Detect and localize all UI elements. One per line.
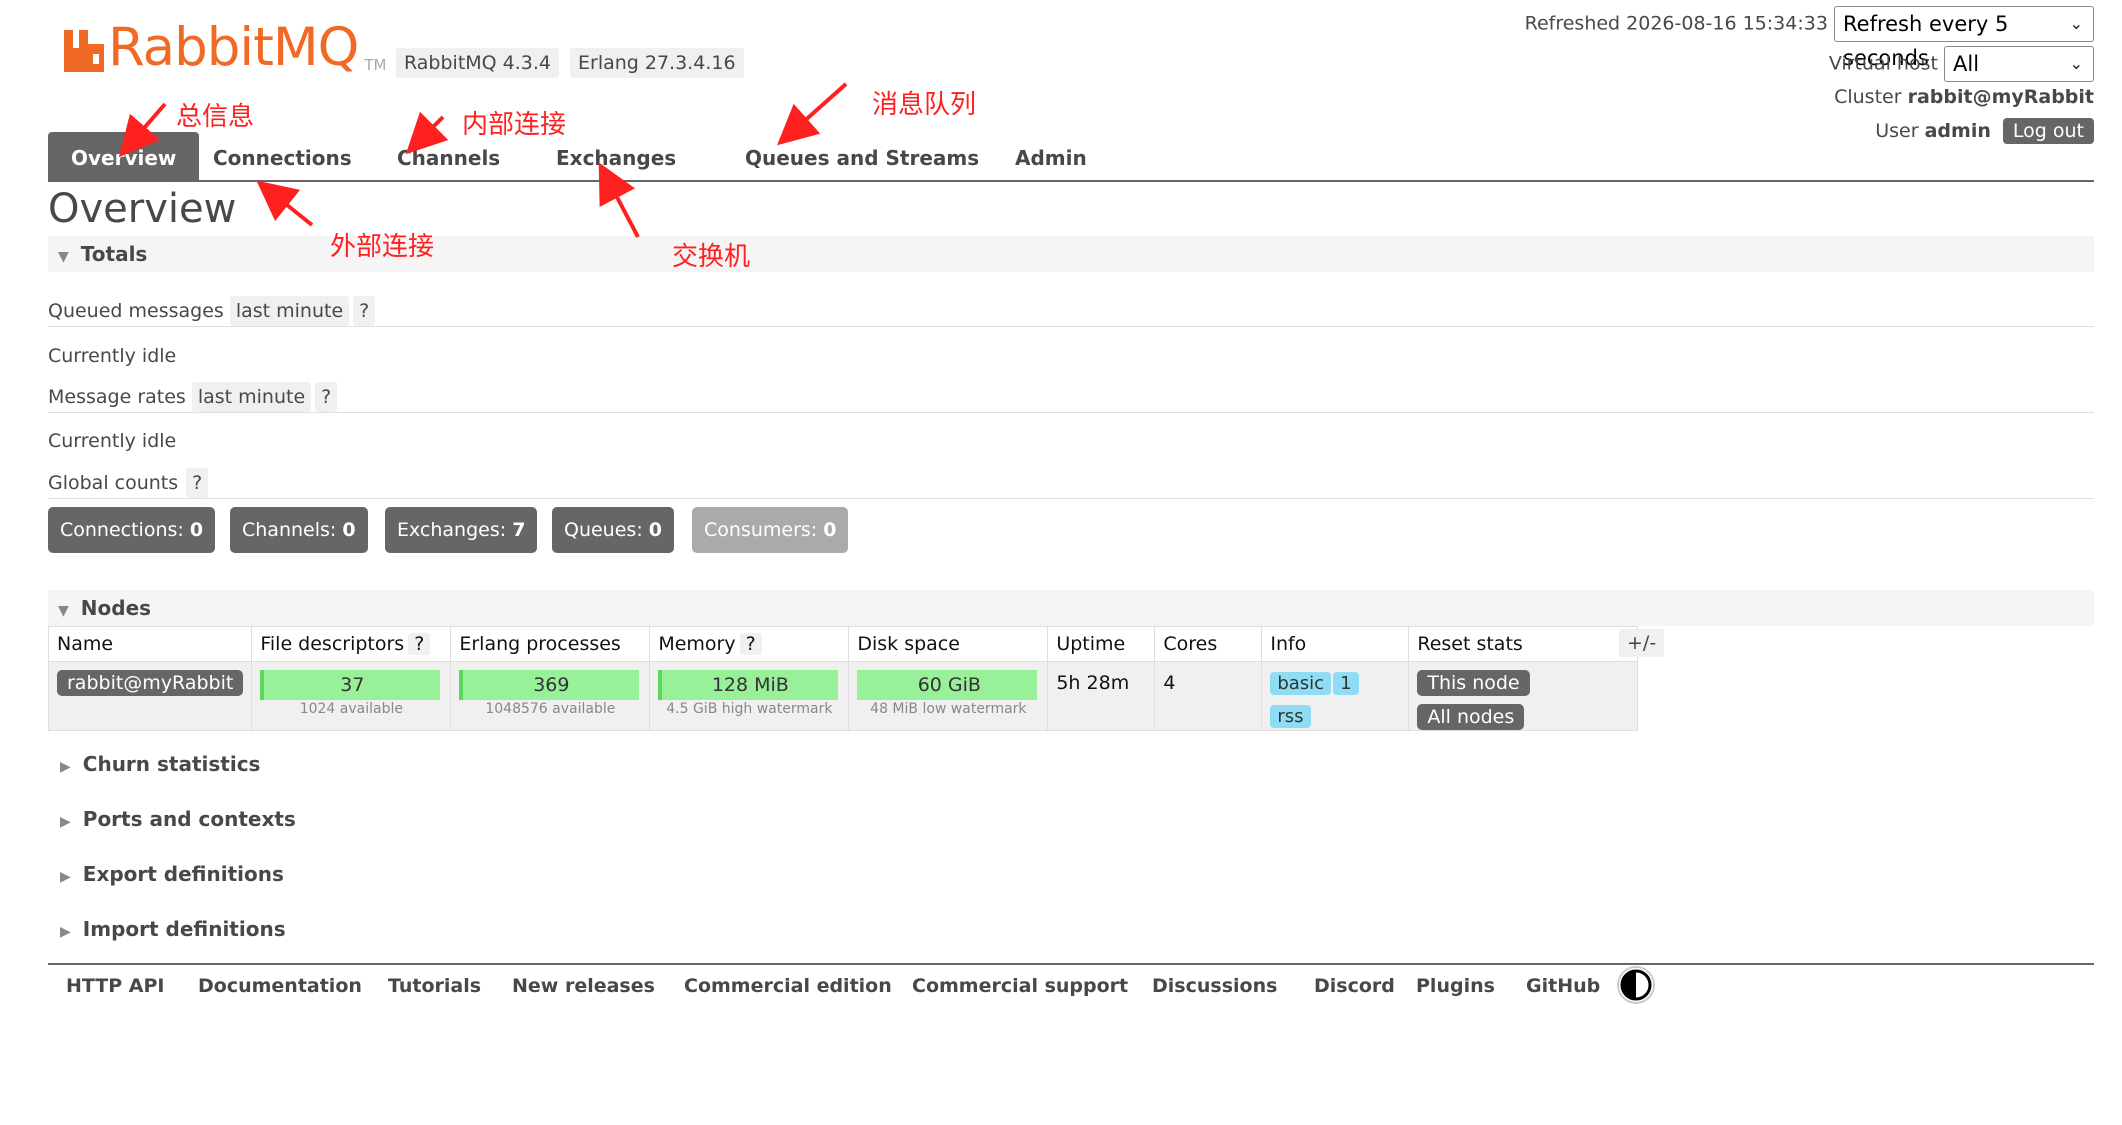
annotation-channels: 内部连接 [462,110,567,140]
annotation-exchanges: 交换机 [672,242,751,272]
annotation-arrow-queues [777,82,848,146]
annotation-overview: 总信息 [176,102,255,132]
annotation-arrow-connections [256,180,314,227]
annotation-arrow-overview [118,102,167,158]
annotation-arrow-exchanges [598,162,640,238]
annotation-arrow-channels [405,111,449,155]
annotation-queues: 消息队列 [872,90,977,120]
annotation-arrows [118,82,848,238]
annotation-connections: 外部连接 [330,232,435,262]
